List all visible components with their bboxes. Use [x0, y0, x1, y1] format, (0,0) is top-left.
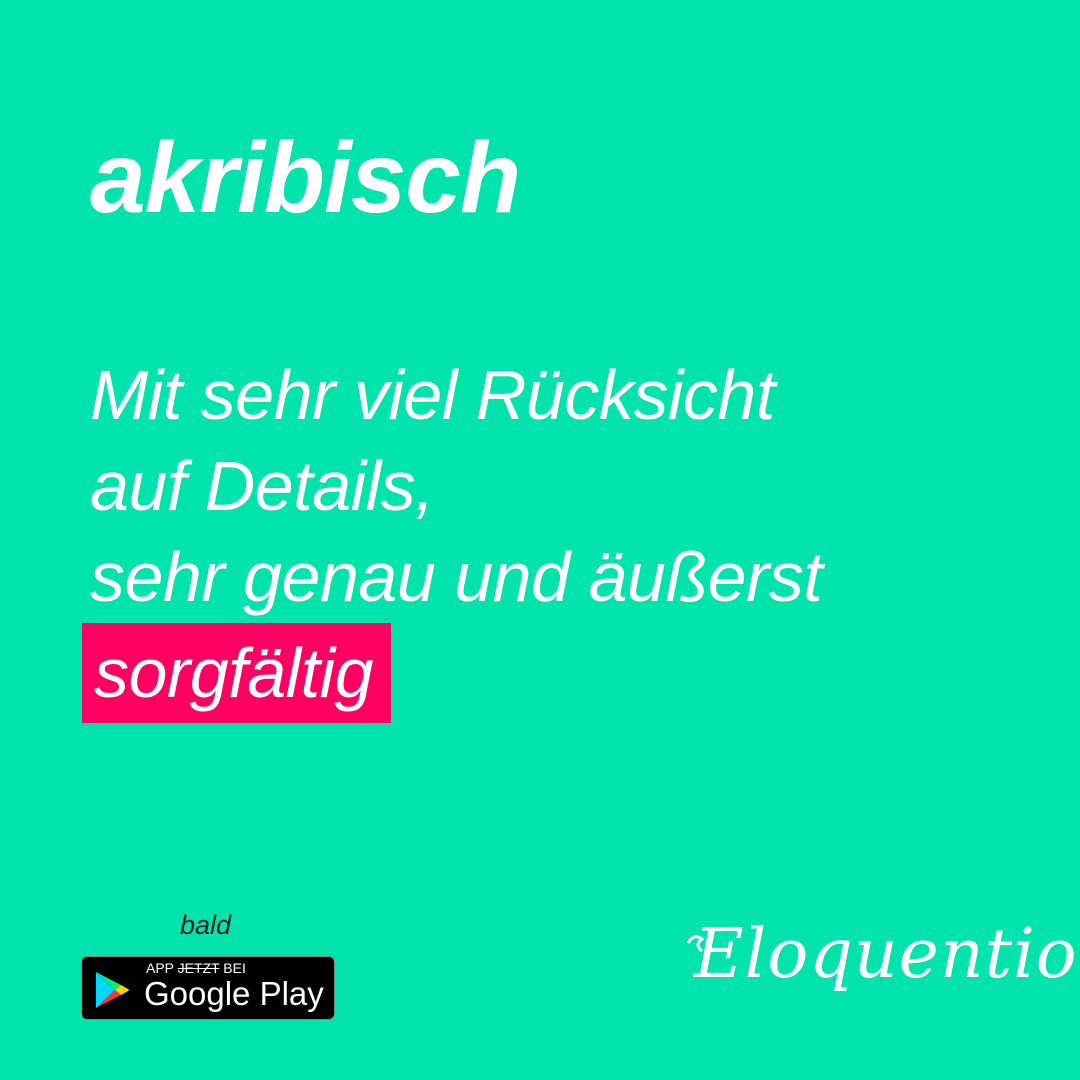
google-play-icon: [96, 972, 129, 1008]
definition-line-1: Mit sehr viel Rücksicht: [90, 356, 775, 434]
definition: Mit sehr viel Rücksicht auf Details, seh…: [82, 350, 823, 723]
availability-prefix: bald: [180, 910, 232, 940]
google-play-badge[interactable]: APP JETZT BEI Google Play: [81, 956, 335, 1020]
badge-struck-label: JETZT: [177, 960, 220, 976]
badge-app-label: APP: [146, 960, 174, 976]
highlighted-word: sorgfältig: [82, 623, 392, 723]
brand-name: Eloquention: [694, 915, 1080, 994]
definition-line-3: sehr genau und äußerst: [90, 538, 823, 616]
badge-bei-label: BEI: [223, 960, 246, 976]
word-title: akribisch: [90, 122, 521, 234]
definition-line-4: sorgfältig: [82, 623, 822, 723]
definition-line-2: auf Details,: [90, 447, 435, 525]
badge-top-text: APP JETZT BEI: [146, 960, 246, 976]
brand-logo: Eloquention: [684, 915, 1080, 1055]
store-name: Google Play: [144, 975, 324, 1012]
